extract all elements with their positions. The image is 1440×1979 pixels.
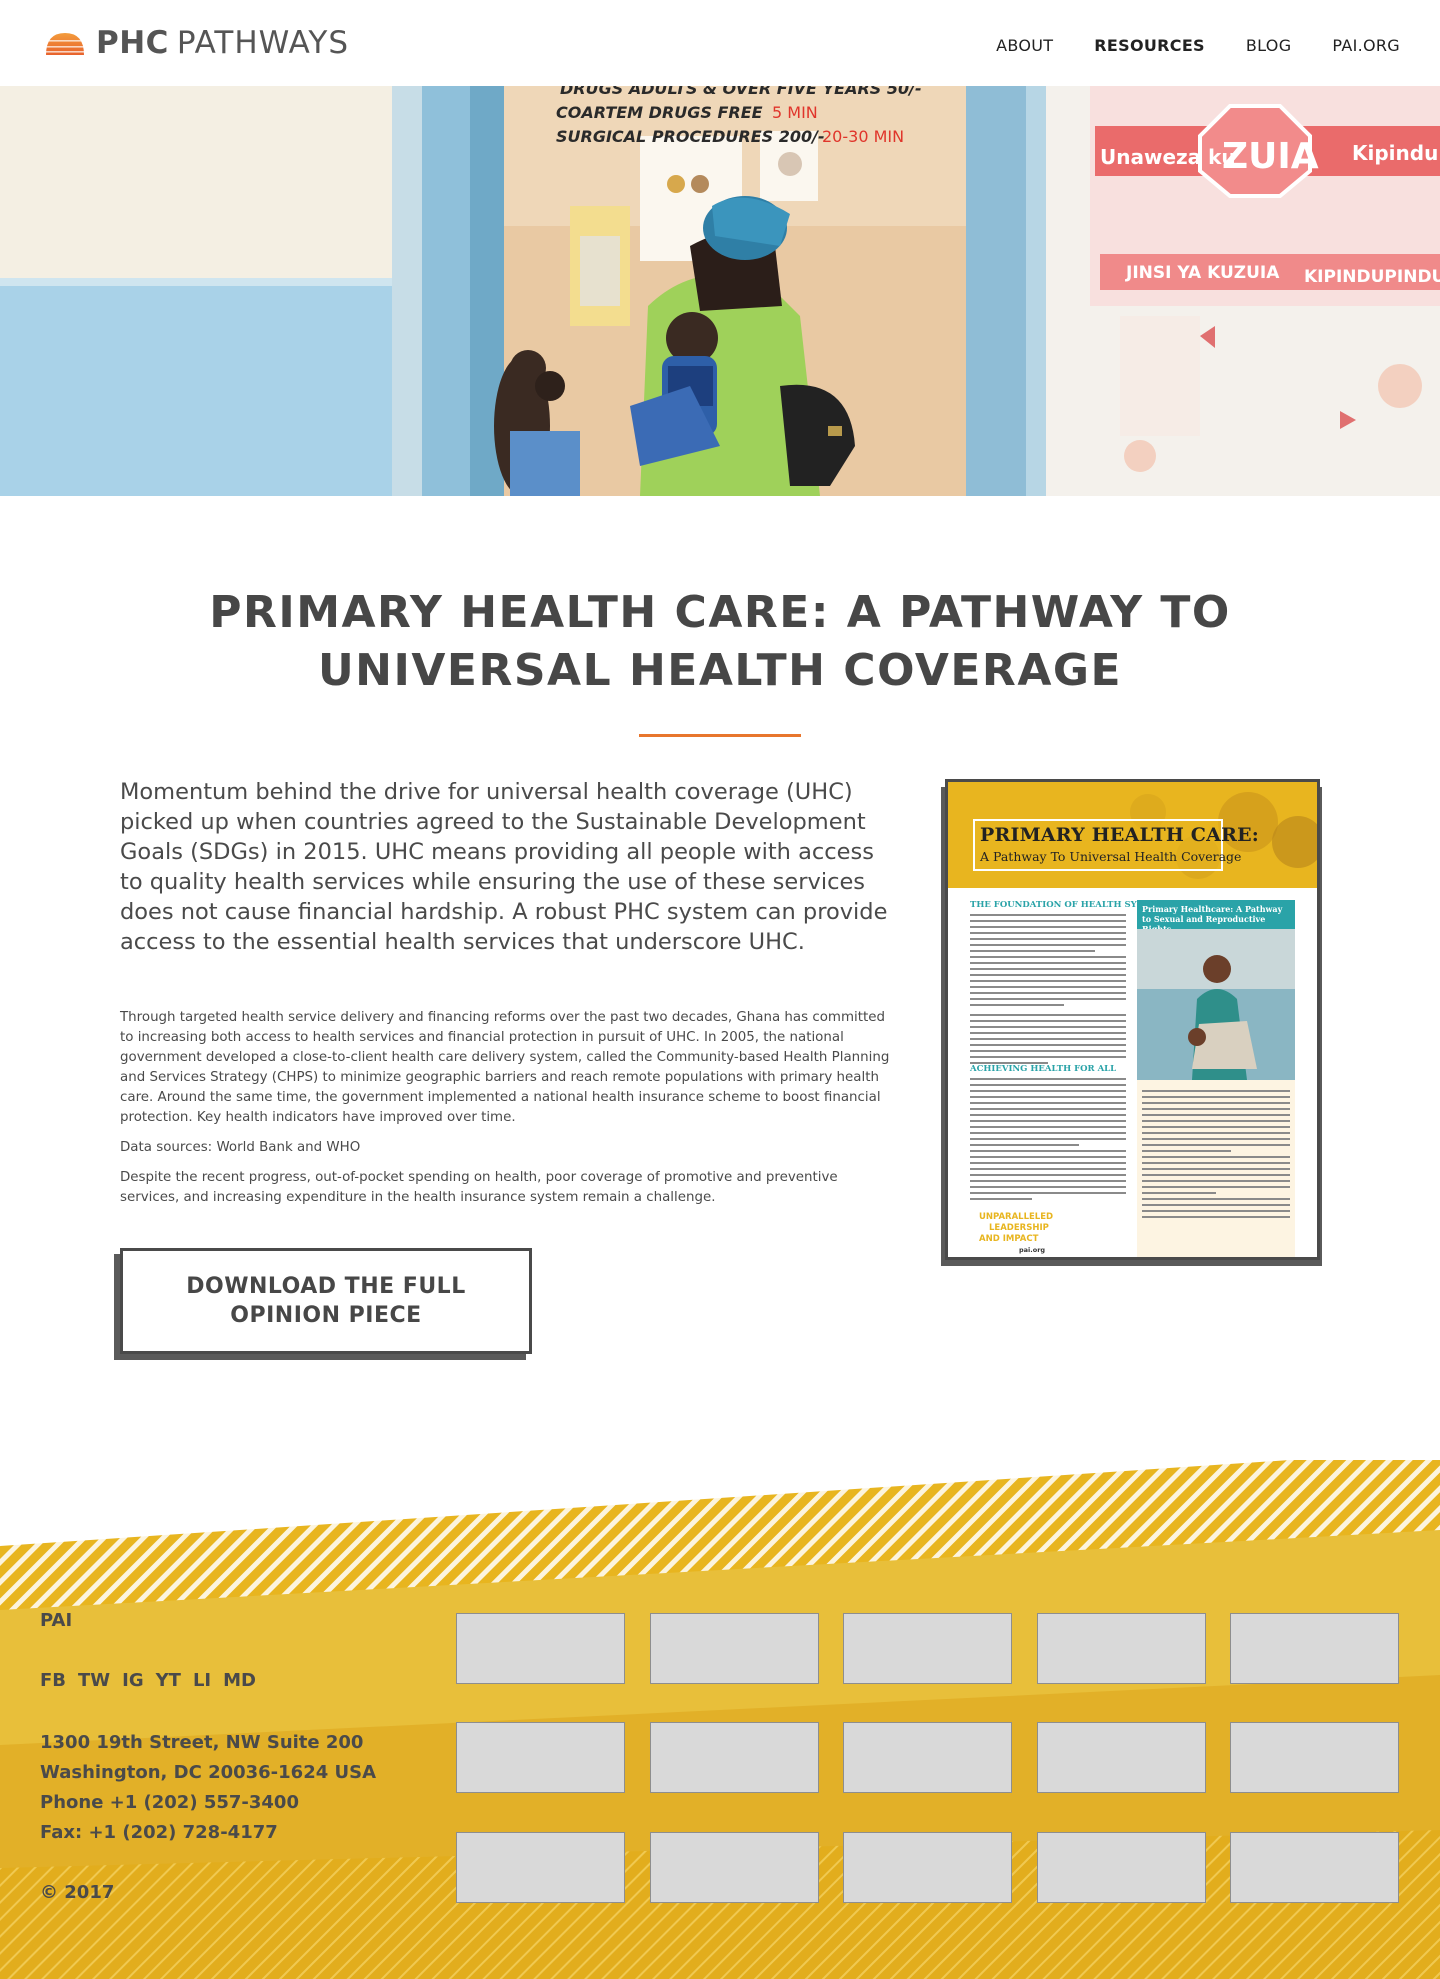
partner-logo[interactable]	[456, 1613, 625, 1684]
report-subtitle: A Pathway To Universal Health Coverage	[980, 849, 1242, 864]
hero-image: DRUGS ADULTS & OVER FIVE YEARS 50/- COAR…	[0, 86, 1440, 496]
partner-logo[interactable]	[456, 1832, 625, 1903]
page-title: PRIMARY HEALTH CARE: A PATHWAY TO UNIVER…	[120, 584, 1320, 700]
footer-org-name: PAI	[40, 1610, 73, 1631]
partner-logo[interactable]	[1230, 1613, 1399, 1684]
nav-pai-org[interactable]: PAI.ORG	[1332, 36, 1400, 55]
body-paragraph-ghana: Through targeted health service delivery…	[120, 1010, 890, 1125]
page-title-line-1: PRIMARY HEALTH CARE: A PATHWAY TO	[209, 587, 1231, 638]
nav-resources[interactable]: RESOURCES	[1094, 36, 1205, 55]
copyright: © 2017	[40, 1882, 115, 1903]
poster-text-4: JINSI YA KUZUIA	[1125, 263, 1280, 283]
report-sidebar-text	[1142, 1090, 1290, 1222]
address-city: Washington, DC 20036-1624 USA	[40, 1762, 377, 1783]
intro-paragraph: Momentum behind the drive for universal …	[120, 779, 888, 955]
poster-text-2: ZUIA	[1222, 136, 1319, 177]
medium-link[interactable]: MD	[223, 1670, 256, 1691]
site-header: PHC PATHWAYS ABOUT RESOURCES BLOG PAI.OR…	[0, 0, 1440, 86]
sign-line-2: COARTEM DRUGS FREE	[556, 103, 763, 122]
linkedin-link[interactable]: LI	[193, 1670, 211, 1691]
data-sources: Data sources: World Bank and WHO	[120, 1140, 361, 1155]
sunrise-logo-icon	[46, 33, 84, 55]
partner-logo[interactable]	[650, 1722, 819, 1793]
partner-logo[interactable]	[843, 1722, 1012, 1793]
report-pai-logo: UNPARALLELED LEADERSHIP AND IMPACT pai.o…	[979, 1212, 1053, 1256]
report-text-block-1	[970, 914, 1126, 1010]
facebook-link[interactable]: FB	[40, 1670, 66, 1691]
report-thumbnail[interactable]: PRIMARY HEALTH CARE: A Pathway To Univer…	[945, 779, 1320, 1260]
report-logo-line-2: LEADERSHIP	[989, 1223, 1049, 1233]
nav-blog[interactable]: BLOG	[1246, 36, 1292, 55]
report-logo-line-3: AND IMPACT	[979, 1234, 1039, 1244]
sign-time-1: 5 MIN	[772, 103, 818, 122]
sign-time-2: 20-30 MIN	[822, 127, 904, 146]
page-title-line-2: UNIVERSAL HEALTH COVERAGE	[317, 645, 1123, 696]
logo-text-bold: PHC	[96, 25, 169, 61]
sign-line-1: DRUGS ADULTS & OVER FIVE YEARS 50/-	[560, 86, 922, 98]
partner-logo[interactable]	[1037, 1722, 1206, 1793]
report-banner: PRIMARY HEALTH CARE: A Pathway To Univer…	[948, 782, 1317, 888]
report-text-block-2	[970, 1014, 1126, 1068]
title-divider	[639, 734, 801, 737]
poster-text-1: Unaweza ku	[1100, 145, 1236, 169]
address-street: 1300 19th Street, NW Suite 200	[40, 1732, 364, 1753]
social-links: FB TW IG YT LI MD	[40, 1670, 256, 1691]
report-title: PRIMARY HEALTH CARE:	[980, 824, 1259, 846]
partner-logo[interactable]	[1230, 1832, 1399, 1903]
partner-logo[interactable]	[843, 1832, 1012, 1903]
partner-logo[interactable]	[456, 1722, 625, 1793]
download-opinion-piece-button[interactable]: DOWNLOAD THE FULL OPINION PIECE	[120, 1248, 532, 1354]
logo-text-light: PATHWAYS	[176, 25, 350, 61]
footer-address: 1300 19th Street, NW Suite 200 Washingto…	[40, 1728, 376, 1848]
partner-logo[interactable]	[1230, 1722, 1399, 1793]
partner-logo[interactable]	[1037, 1613, 1206, 1684]
address-fax: Fax: +1 (202) 728-4177	[40, 1822, 278, 1843]
poster-text-5: KIPINDUPINDU	[1304, 267, 1440, 287]
report-sidebar-photo	[1137, 929, 1295, 1080]
nav-about[interactable]: ABOUT	[996, 36, 1053, 55]
body-paragraph-challenges: Despite the recent progress, out-of-pock…	[120, 1170, 838, 1205]
partner-logo[interactable]	[1037, 1832, 1206, 1903]
partner-logo[interactable]	[650, 1613, 819, 1684]
report-logo-url: pai.org	[1019, 1246, 1046, 1254]
report-text-block-3	[970, 1078, 1126, 1204]
report-section-achieving: ACHIEVING HEALTH FOR ALL	[970, 1064, 1117, 1074]
site-logo[interactable]: PHC PATHWAYS	[44, 24, 349, 62]
main-nav: ABOUT RESOURCES BLOG PAI.ORG	[996, 36, 1400, 55]
report-sidebar-title: Primary Healthcare: A Pathway to Sexual …	[1137, 900, 1295, 934]
twitter-link[interactable]: TW	[78, 1670, 110, 1691]
partner-logo[interactable]	[843, 1613, 1012, 1684]
sign-line-3: SURGICAL PROCEDURES 200/-	[556, 127, 825, 146]
clinic-photo: DRUGS ADULTS & OVER FIVE YEARS 50/- COAR…	[0, 86, 1440, 496]
instagram-link[interactable]: IG	[122, 1670, 143, 1691]
address-phone: Phone +1 (202) 557-3400	[40, 1792, 299, 1813]
partner-logo[interactable]	[650, 1832, 819, 1903]
youtube-link[interactable]: YT	[156, 1670, 181, 1691]
report-sidebar: Primary Healthcare: A Pathway to Sexual …	[1137, 900, 1295, 1257]
report-logo-line-1: UNPARALLELED	[979, 1212, 1054, 1222]
poster-text-3: Kipindup	[1352, 141, 1440, 165]
